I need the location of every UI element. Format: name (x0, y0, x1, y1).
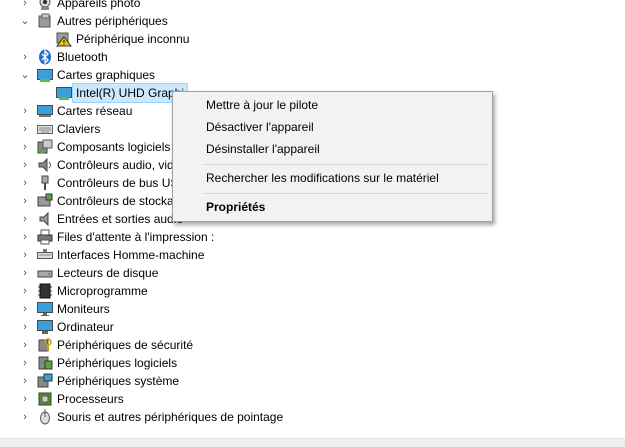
chevron-right-icon[interactable]: › (20, 264, 30, 282)
tree-item-label: Claviers (57, 122, 101, 136)
tree-item-processeurs[interactable]: › Processeurs (0, 390, 625, 408)
firmware-icon (37, 283, 53, 299)
menu-item-disable-device[interactable]: Désactiver l'appareil (206, 116, 314, 138)
chevron-right-icon[interactable]: › (20, 282, 30, 300)
tree-item-label: Contrôleurs de stocka (57, 194, 174, 208)
tree-item-peripheriques-systeme[interactable]: › Périphériques système (0, 372, 625, 390)
tree-item-appareils-photo[interactable]: › Appareils photo (0, 0, 625, 12)
security-device-icon (37, 337, 53, 353)
tree-item-label: Moniteurs (57, 302, 110, 316)
menu-item-properties[interactable]: Propriétés (206, 196, 265, 218)
tree-item-label: Processeurs (57, 392, 124, 406)
chevron-right-icon[interactable]: › (20, 210, 30, 228)
chevron-right-icon[interactable]: › (20, 138, 30, 156)
tree-item-peripheriques-securite[interactable]: › Périphériques de sécurité (0, 336, 625, 354)
tree-item-label: Lecteurs de disque (57, 266, 159, 280)
tree-item-cartes-graphiques[interactable]: ⌄ Cartes graphiques (0, 66, 625, 84)
tree-item-label: Files d'attente à l'impression : (57, 230, 215, 244)
chevron-right-icon[interactable]: › (20, 354, 30, 372)
tree-item-label: Cartes réseau (57, 104, 133, 118)
chevron-right-icon[interactable]: › (20, 0, 30, 12)
chevron-down-icon[interactable]: ⌄ (20, 66, 30, 84)
bluetooth-icon (37, 49, 53, 65)
chevron-right-icon[interactable]: › (20, 228, 30, 246)
tree-item-label: Bluetooth (57, 50, 108, 64)
context-menu: Mettre à jour le pilote Désactiver l'app… (172, 91, 493, 222)
software-component-icon (37, 139, 53, 155)
monitor-icon (37, 301, 53, 317)
tree-item-peripheriques-logiciels[interactable]: › Périphériques logiciels (0, 354, 625, 372)
printer-icon (37, 229, 53, 245)
chevron-right-icon[interactable]: › (20, 192, 30, 210)
chevron-right-icon[interactable]: › (20, 120, 30, 138)
chevron-right-icon[interactable]: › (20, 372, 30, 390)
tree-item-label: Cartes graphiques (57, 68, 156, 82)
chevron-right-icon[interactable]: › (20, 246, 30, 264)
chevron-right-icon[interactable]: › (20, 174, 30, 192)
chevron-right-icon[interactable]: › (20, 318, 30, 336)
tree-item-label: Intel(R) UHD Graphi (71, 83, 189, 103)
software-device-icon (37, 355, 53, 371)
chevron-down-icon[interactable]: ⌄ (20, 12, 30, 30)
tree-item-label: Périphérique inconnu (76, 32, 190, 46)
tree-item-label: Composants logiciels (57, 140, 171, 154)
tree-item-label: Appareils photo (57, 0, 141, 10)
speaker-icon (37, 211, 53, 227)
tree-item-label: Contrôleurs de bus US (57, 176, 179, 190)
chevron-right-icon[interactable]: › (20, 408, 30, 426)
hid-icon (37, 247, 53, 263)
chevron-right-icon[interactable]: › (20, 102, 30, 120)
tree-item-label: Interfaces Homme-machine (57, 248, 205, 262)
mouse-icon (37, 409, 53, 425)
menu-item-scan-hardware-changes[interactable]: Rechercher les modifications sur le maté… (206, 167, 439, 189)
tree-item-label: Souris et autres périphériques de pointa… (57, 410, 284, 424)
unknown-device-icon (37, 13, 53, 29)
chevron-right-icon[interactable]: › (20, 156, 30, 174)
network-icon (37, 103, 53, 119)
tree-item-label: Périphériques logiciels (57, 356, 178, 370)
tree-item-files-attente-impression[interactable]: › Files d'attente à l'impression : (0, 228, 625, 246)
horizontal-scrollbar[interactable] (0, 438, 625, 447)
tree-item-souris[interactable]: › Souris et autres périphériques de poin… (0, 408, 625, 426)
audio-icon (37, 157, 53, 173)
tree-item-moniteurs[interactable]: › Moniteurs (0, 300, 625, 318)
tree-item-label: Contrôleurs audio, vid (57, 158, 174, 172)
camera-icon (37, 0, 53, 11)
disk-icon (37, 265, 53, 281)
menu-item-uninstall-device[interactable]: Désinstaller l'appareil (206, 138, 320, 160)
chevron-right-icon[interactable]: › (20, 300, 30, 318)
tree-item-peripherique-inconnu[interactable]: Périphérique inconnu (0, 30, 625, 48)
menu-separator (203, 193, 488, 194)
tree-item-label: Ordinateur (57, 320, 114, 334)
warning-device-icon (55, 31, 73, 47)
tree-item-label: Autres périphériques (57, 14, 168, 28)
display-adapter-icon (37, 67, 53, 83)
tree-item-label: Entrées et sorties audio (57, 212, 184, 226)
tree-item-label: Microprogramme (57, 284, 148, 298)
tree-item-label: Périphériques de sécurité (57, 338, 194, 352)
chevron-right-icon[interactable]: › (20, 336, 30, 354)
menu-item-update-driver[interactable]: Mettre à jour le pilote (206, 94, 318, 116)
tree-item-bluetooth[interactable]: › Bluetooth (0, 48, 625, 66)
tree-item-autres-peripheriques[interactable]: ⌄ Autres périphériques (0, 12, 625, 30)
chevron-right-icon[interactable]: › (20, 390, 30, 408)
system-device-icon (37, 373, 53, 389)
keyboard-icon (37, 121, 53, 137)
chevron-right-icon[interactable]: › (20, 48, 30, 66)
processor-icon (37, 391, 53, 407)
tree-item-lecteurs-disque[interactable]: › Lecteurs de disque (0, 264, 625, 282)
tree-item-label: Périphériques système (57, 374, 180, 388)
tree-item-microprogramme[interactable]: › Microprogramme (0, 282, 625, 300)
tree-item-ordinateur[interactable]: › Ordinateur (0, 318, 625, 336)
computer-icon (37, 319, 53, 335)
usb-icon (37, 175, 53, 191)
menu-separator (203, 164, 488, 165)
storage-icon (37, 193, 53, 209)
tree-item-interfaces-homme-machine[interactable]: › Interfaces Homme-machine (0, 246, 625, 264)
display-adapter-icon (56, 85, 72, 101)
